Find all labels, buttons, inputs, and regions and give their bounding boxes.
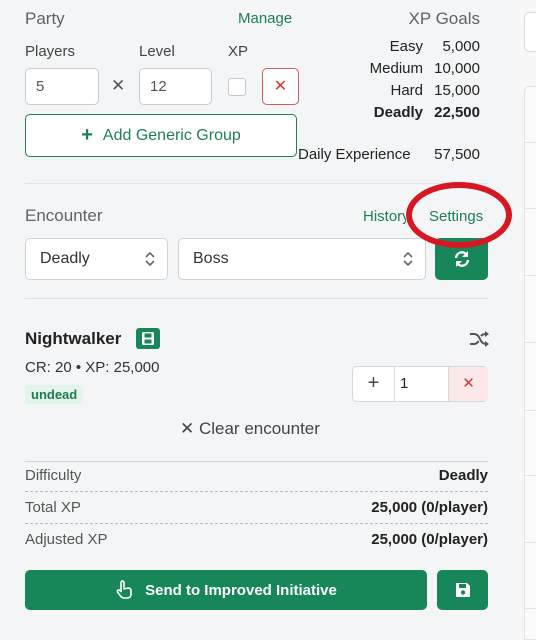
shuffle-icon[interactable] xyxy=(469,330,489,348)
xp-label: XP xyxy=(228,43,249,60)
plus-icon: + xyxy=(367,372,380,394)
times-icon: ✕ xyxy=(273,78,288,95)
adjacent-row-line xyxy=(524,410,536,411)
xp-goal-deadly-value: 22,500 xyxy=(434,104,480,121)
monster-count-stepper[interactable]: + 1 ✕ xyxy=(352,366,488,402)
total-xp-label: Total XP xyxy=(25,499,81,516)
annotation-highlight-circle xyxy=(406,182,512,248)
monster-tag-badge: undead xyxy=(25,385,84,404)
divider xyxy=(25,183,488,184)
monster-name[interactable]: Nightwalker xyxy=(25,329,121,349)
send-to-improved-initiative-button[interactable]: Send to Improved Initiative xyxy=(25,570,427,610)
times-icon: ✕ xyxy=(462,375,475,392)
save-icon xyxy=(142,332,154,345)
caret-updown-icon xyxy=(403,251,413,267)
xp-goal-medium-value: 10,000 xyxy=(434,60,480,77)
encounter-title: Encounter xyxy=(25,206,103,225)
row-separator xyxy=(25,523,488,524)
players-label: Players xyxy=(25,43,76,60)
difficulty-select-value: Deadly xyxy=(40,250,90,267)
xp-goal-easy-value: 5,000 xyxy=(442,38,480,55)
multiply-icon: ✕ xyxy=(111,76,126,95)
level-input[interactable]: 12 xyxy=(139,68,212,105)
adjacent-row-line xyxy=(524,475,536,476)
remove-monster-button[interactable]: ✕ xyxy=(448,367,488,401)
players-input[interactable]: 5 xyxy=(25,68,99,105)
remove-party-row-button[interactable]: ✕ xyxy=(262,68,299,105)
plus-icon: + xyxy=(81,124,93,146)
adjacent-input-edge xyxy=(524,12,536,52)
party-title: Party xyxy=(25,9,65,28)
manage-link[interactable]: Manage xyxy=(238,10,292,27)
encounter-type-select-value: Boss xyxy=(193,250,229,267)
daily-experience-label: Daily Experience xyxy=(298,146,411,163)
encounter-builder-panel: Party Manage Players Level XP 5 ✕ 12 ✕ +… xyxy=(0,0,512,640)
monster-stats: CR: 20 • XP: 25,000 xyxy=(25,359,160,376)
save-icon xyxy=(455,583,470,597)
difficulty-select[interactable]: Deadly xyxy=(25,238,168,280)
adjacent-card-edge xyxy=(524,86,536,640)
difficulty-value: Deadly xyxy=(438,467,488,484)
add-generic-group-button[interactable]: + Add Generic Group xyxy=(25,114,297,157)
level-label: Level xyxy=(139,43,175,60)
adjacent-row-line xyxy=(524,542,536,543)
history-link[interactable]: History xyxy=(363,208,406,225)
encounter-type-select[interactable]: Boss xyxy=(178,238,426,280)
adjacent-panel-edge xyxy=(512,0,536,640)
adjacent-row-line xyxy=(524,142,536,143)
xp-goal-deadly-label: Deadly xyxy=(373,104,423,121)
adjacent-row-line xyxy=(524,208,536,209)
difficulty-label: Difficulty xyxy=(25,467,82,484)
refresh-icon xyxy=(454,251,469,267)
clear-encounter-button[interactable]: ✕ Clear encounter xyxy=(180,419,320,439)
save-encounter-button[interactable] xyxy=(437,570,488,610)
row-separator xyxy=(25,491,488,492)
xp-goal-medium-label: Medium xyxy=(369,60,423,77)
adjacent-row-line xyxy=(524,275,536,276)
total-xp-value: 25,000 (0/player) xyxy=(371,499,488,516)
floppy-badge-icon[interactable] xyxy=(136,328,160,349)
divider xyxy=(25,298,488,299)
adjusted-xp-value: 25,000 (0/player) xyxy=(371,531,488,548)
daily-experience-value: 57,500 xyxy=(434,146,480,163)
adjacent-row-line xyxy=(524,342,536,343)
xp-goal-hard-value: 15,000 xyxy=(434,82,480,99)
adjusted-xp-label: Adjusted XP xyxy=(25,531,108,548)
divider xyxy=(25,461,488,462)
add-generic-group-label: Add Generic Group xyxy=(102,126,241,144)
xp-checkbox[interactable] xyxy=(228,78,246,96)
hand-icon xyxy=(116,580,132,599)
caret-updown-icon xyxy=(145,251,155,267)
increment-button[interactable]: + xyxy=(353,367,395,401)
send-button-label: Send to Improved Initiative xyxy=(145,581,337,599)
adjacent-row-line xyxy=(524,608,536,609)
xp-goals-title: XP Goals xyxy=(408,9,480,28)
xp-goal-easy-label: Easy xyxy=(389,38,423,55)
monster-count-input[interactable]: 1 xyxy=(396,367,448,401)
xp-goal-hard-label: Hard xyxy=(390,82,423,99)
